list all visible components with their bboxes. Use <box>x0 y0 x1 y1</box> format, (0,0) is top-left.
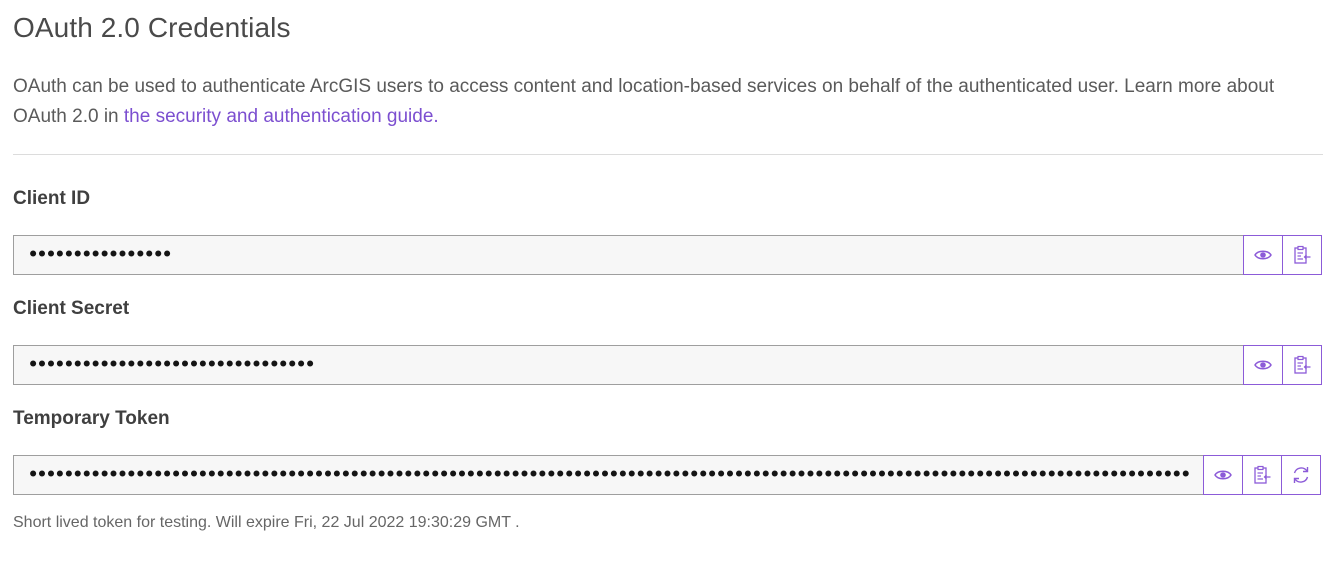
eye-icon <box>1214 470 1232 480</box>
temporary-token-field[interactable] <box>13 455 1204 495</box>
client-id-field[interactable] <box>13 235 1244 275</box>
oauth-credentials-panel: OAuth 2.0 Credentials OAuth can be used … <box>0 0 1336 569</box>
temporary-token-copy-button[interactable] <box>1242 455 1282 495</box>
temporary-token-refresh-button[interactable] <box>1281 455 1321 495</box>
eye-icon <box>1254 250 1272 260</box>
token-expiry-note: Short lived token for testing. Will expi… <box>13 514 520 531</box>
client-secret-label: Client Secret <box>13 298 130 319</box>
temporary-token-label: Temporary Token <box>13 408 170 429</box>
description: OAuth can be used to authenticate ArcGIS… <box>13 72 1313 132</box>
refresh-icon <box>1293 467 1309 483</box>
divider <box>13 154 1323 155</box>
clipboard-copy-icon <box>1294 245 1311 264</box>
client-secret-copy-button[interactable] <box>1282 345 1322 385</box>
client-id-copy-button[interactable] <box>1282 235 1322 275</box>
security-guide-link[interactable]: the security and authentication guide. <box>124 106 439 127</box>
client-secret-field[interactable] <box>13 345 1244 385</box>
client-secret-show-button[interactable] <box>1243 345 1283 385</box>
eye-icon <box>1254 360 1272 370</box>
clipboard-copy-icon <box>1294 355 1311 374</box>
temporary-token-show-button[interactable] <box>1203 455 1243 495</box>
client-id-row <box>13 235 1322 275</box>
client-secret-row <box>13 345 1322 385</box>
temporary-token-row <box>13 455 1321 495</box>
client-id-label: Client ID <box>13 188 91 209</box>
clipboard-copy-icon <box>1254 465 1271 484</box>
client-id-show-button[interactable] <box>1243 235 1283 275</box>
page-title: OAuth 2.0 Credentials <box>13 12 291 43</box>
